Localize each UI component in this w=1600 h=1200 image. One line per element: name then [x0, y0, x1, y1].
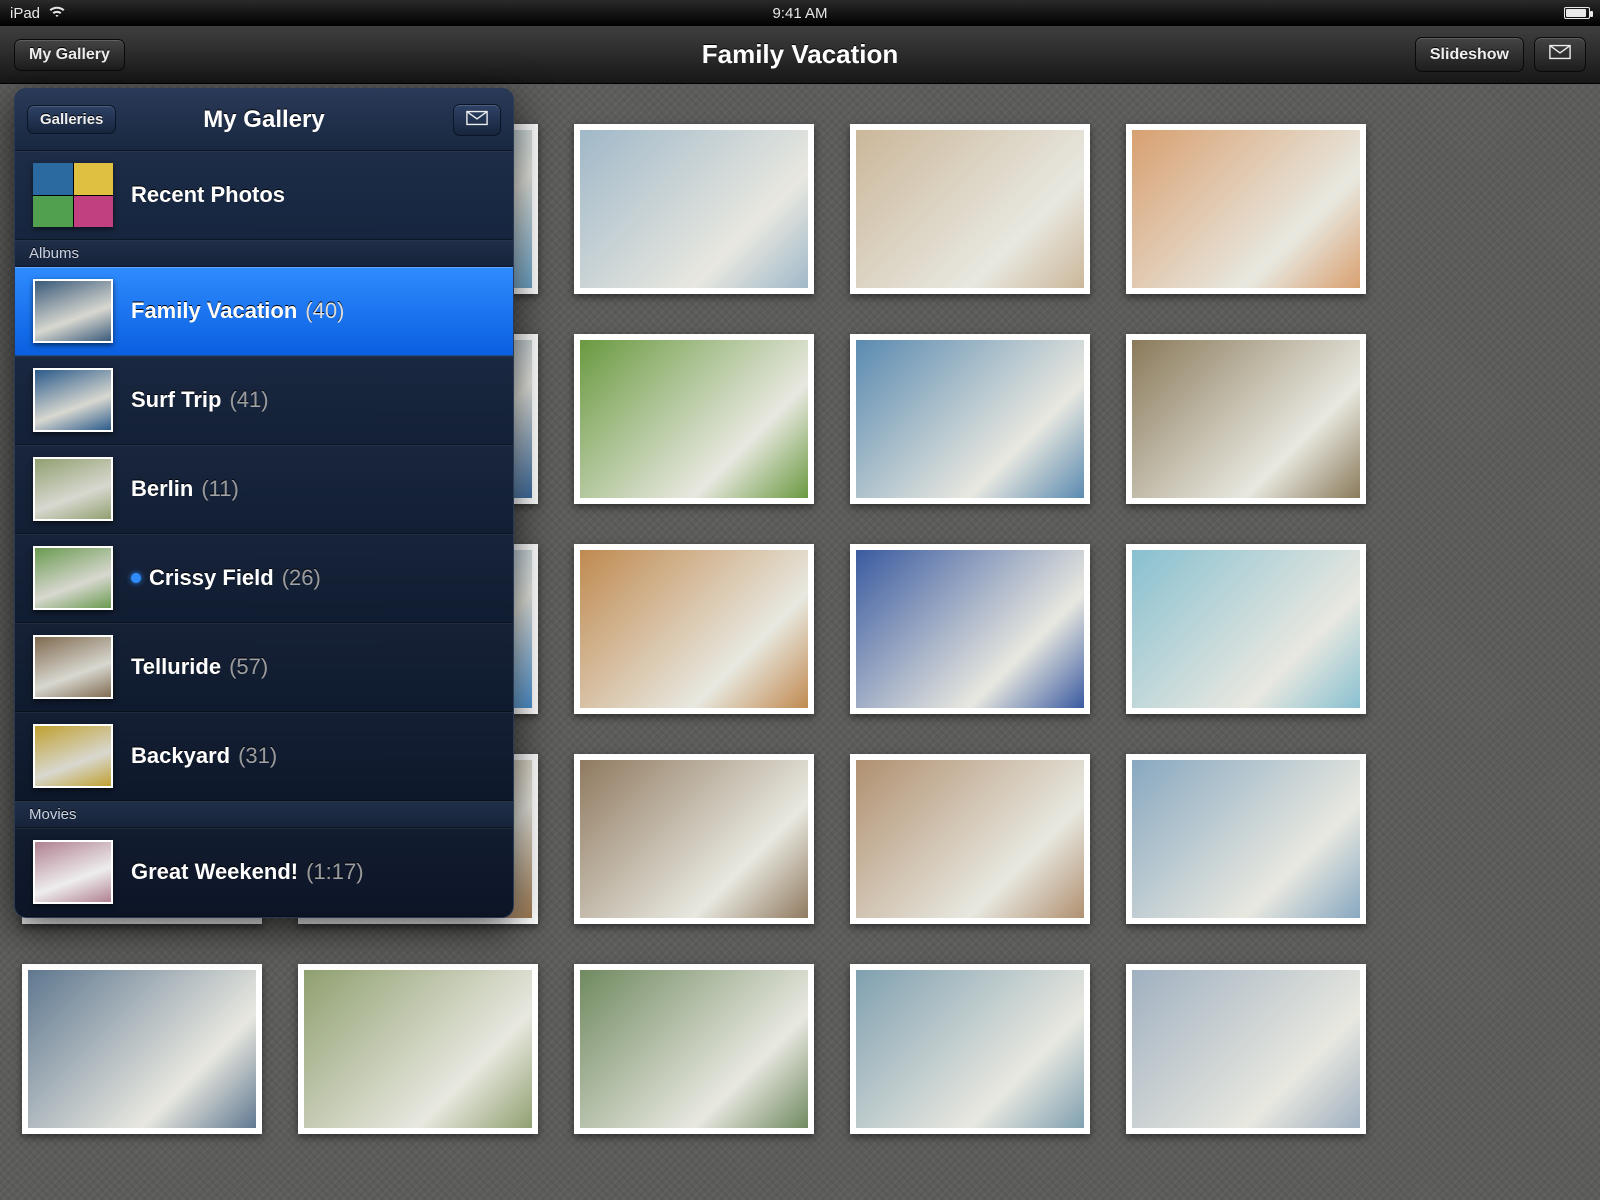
album-thumb-icon: [33, 368, 113, 432]
app-navbar: My Gallery Family Vacation Slideshow: [0, 26, 1600, 84]
album-count: (41): [229, 387, 268, 413]
album-name: Berlin: [131, 476, 193, 502]
movie-row[interactable]: Great Weekend! (1:17): [15, 828, 513, 917]
photo-thumbnail[interactable]: [850, 964, 1090, 1134]
album-row[interactable]: Family Vacation (40): [15, 267, 513, 356]
album-count: (11): [201, 476, 239, 502]
album-name: Family Vacation: [131, 298, 297, 324]
page-title: Family Vacation: [0, 39, 1600, 70]
album-count: (31): [238, 743, 277, 769]
album-name: Telluride: [131, 654, 221, 680]
section-header-movies: Movies: [15, 801, 513, 828]
album-thumb-icon: [33, 457, 113, 521]
photo-thumbnail[interactable]: [574, 964, 814, 1134]
album-thumb-icon: [33, 724, 113, 788]
photo-thumbnail[interactable]: [850, 544, 1090, 714]
album-row[interactable]: Backyard (31): [15, 712, 513, 801]
status-time: 9:41 AM: [0, 5, 1600, 22]
movie-duration: (1:17): [306, 859, 363, 885]
recent-photos-row[interactable]: Recent Photos: [15, 151, 513, 240]
album-name: Backyard: [131, 743, 230, 769]
album-row[interactable]: Crissy Field (26): [15, 534, 513, 623]
album-count: (57): [229, 654, 268, 680]
album-thumb-icon: [33, 635, 113, 699]
album-thumb-icon: [33, 546, 113, 610]
photo-thumbnail[interactable]: [1126, 964, 1366, 1134]
album-name: Crissy Field: [149, 565, 274, 591]
album-row[interactable]: Berlin (11): [15, 445, 513, 534]
album-count: (26): [282, 565, 321, 591]
album-row[interactable]: Surf Trip (41): [15, 356, 513, 445]
photo-thumbnail[interactable]: [850, 124, 1090, 294]
gallery-popover: Galleries My Gallery: [14, 88, 514, 918]
photo-thumbnail[interactable]: [574, 754, 814, 924]
photo-thumbnail[interactable]: [574, 334, 814, 504]
popover-header: Galleries My Gallery: [15, 89, 513, 151]
popover-back-button[interactable]: Galleries: [27, 105, 116, 134]
movie-thumb-icon: [33, 840, 113, 904]
recent-thumb-icon: [33, 163, 113, 227]
photo-thumbnail[interactable]: [1126, 544, 1366, 714]
photo-thumbnail[interactable]: [850, 754, 1090, 924]
battery-icon: [1564, 7, 1590, 19]
photo-thumbnail[interactable]: [1126, 334, 1366, 504]
album-count: (40): [305, 298, 344, 324]
album-thumb-icon: [33, 279, 113, 343]
popover-mail-button[interactable]: [453, 104, 501, 136]
movie-name: Great Weekend!: [131, 859, 298, 885]
photo-thumbnail[interactable]: [574, 124, 814, 294]
photo-thumbnail[interactable]: [22, 964, 262, 1134]
album-name: Surf Trip: [131, 387, 221, 413]
mail-icon: [466, 110, 488, 130]
popover-back-label: Galleries: [40, 111, 103, 128]
photo-thumbnail[interactable]: [850, 334, 1090, 504]
unread-dot-icon: [131, 573, 141, 583]
photo-thumbnail[interactable]: [574, 544, 814, 714]
album-row[interactable]: Telluride (57): [15, 623, 513, 712]
section-header-albums: Albums: [15, 240, 513, 267]
photo-thumbnail[interactable]: [1126, 124, 1366, 294]
photo-thumbnail[interactable]: [1126, 754, 1366, 924]
photo-thumbnail[interactable]: [298, 964, 538, 1134]
popover-list: Recent Photos Albums Family Vacation (40…: [15, 151, 513, 917]
status-bar: iPad 9:41 AM: [0, 0, 1600, 26]
recent-photos-label: Recent Photos: [131, 182, 285, 208]
